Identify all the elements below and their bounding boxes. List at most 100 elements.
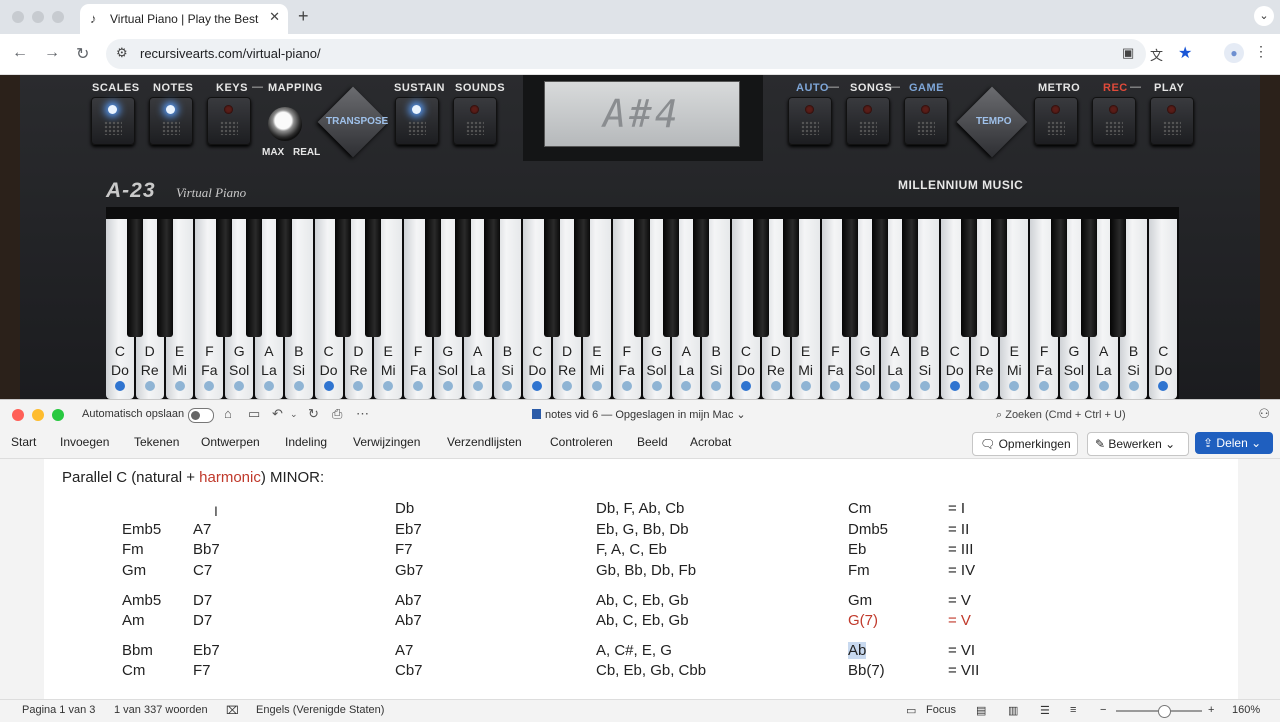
undo-icon[interactable]: ↶ xyxy=(272,406,283,422)
piano-black-key[interactable] xyxy=(246,219,263,337)
piano-black-key[interactable] xyxy=(991,219,1008,337)
account-icon[interactable]: ⚇ xyxy=(1258,406,1270,422)
piano-black-key[interactable] xyxy=(573,219,590,337)
web-layout-icon[interactable]: ▥ xyxy=(1008,704,1018,717)
word-zoom-button[interactable] xyxy=(52,409,64,421)
more-icon[interactable]: ⋯ xyxy=(356,406,369,422)
window-minimize-button[interactable] xyxy=(32,11,44,23)
window-zoom-button[interactable] xyxy=(52,11,64,23)
piano-black-key[interactable] xyxy=(365,219,382,337)
songs-button[interactable] xyxy=(846,97,890,145)
tab-indeling[interactable]: Indeling xyxy=(285,435,327,449)
zoom-slider-thumb[interactable] xyxy=(1158,705,1171,718)
redo-icon[interactable]: ↻ xyxy=(308,406,319,422)
piano-black-key[interactable] xyxy=(126,219,143,337)
reload-icon[interactable]: ↻ xyxy=(76,44,89,64)
word-close-button[interactable] xyxy=(12,409,24,421)
proofing-icon[interactable]: ⌧ xyxy=(226,704,239,717)
translate-icon[interactable]: 文 xyxy=(1150,45,1163,64)
piano-black-key[interactable] xyxy=(663,219,680,337)
tab-search-chevron-icon[interactable]: ⌄ xyxy=(1254,6,1274,26)
piano-black-key[interactable] xyxy=(1110,219,1127,337)
autosave-toggle[interactable] xyxy=(188,408,214,423)
piano-black-key[interactable] xyxy=(842,219,859,337)
sustain-button[interactable] xyxy=(395,97,439,145)
tab-invoegen[interactable]: Invoegen xyxy=(60,435,109,449)
print-icon[interactable]: ⎙ xyxy=(332,406,342,422)
tab-close-icon[interactable]: ✕ xyxy=(269,9,280,25)
bookmark-star-icon[interactable]: ★ xyxy=(1178,43,1192,63)
menu-icon[interactable]: ⋮ xyxy=(1254,43,1268,60)
tab-controleren[interactable]: Controleren xyxy=(550,435,613,449)
comments-button[interactable]: 🗨 Opmerkingen xyxy=(972,432,1078,456)
outline-icon[interactable]: ☰ xyxy=(1040,704,1050,717)
forward-icon[interactable]: → xyxy=(44,44,60,62)
sounds-button[interactable] xyxy=(453,97,497,145)
auto-button[interactable] xyxy=(788,97,832,145)
zoom-level[interactable]: 160% xyxy=(1232,704,1260,716)
word-minimize-button[interactable] xyxy=(32,409,44,421)
print-layout-icon[interactable]: ▤ xyxy=(976,704,986,717)
scales-button[interactable] xyxy=(91,97,135,145)
tab-acrobat[interactable]: Acrobat xyxy=(690,435,731,449)
language[interactable]: Engels (Verenigde Staten) xyxy=(256,704,384,716)
tab-verzendlijsten[interactable]: Verzendlijsten xyxy=(447,435,522,449)
piano-black-key[interactable] xyxy=(1050,219,1067,337)
document-title[interactable]: notes vid 6 — Opgeslagen in mijn Mac ⌄ xyxy=(532,408,746,421)
play-button[interactable] xyxy=(1150,97,1194,145)
piano-black-key[interactable] xyxy=(156,219,173,337)
tab-verwijzingen[interactable]: Verwijzingen xyxy=(353,435,420,449)
home-icon[interactable]: ⌂ xyxy=(224,406,232,421)
piano-black-key[interactable] xyxy=(871,219,888,337)
search-input[interactable]: ⌕ Zoeken (Cmd + Ctrl + U) xyxy=(996,405,1236,425)
piano-black-key[interactable] xyxy=(1080,219,1097,337)
chord-cell-col3: Ab7 xyxy=(395,612,422,629)
piano-black-key[interactable] xyxy=(961,219,978,337)
word-count[interactable]: 1 van 337 woorden xyxy=(114,704,208,716)
browser-tab[interactable]: ♪ Virtual Piano | Play the Best M ✕ xyxy=(80,4,288,34)
piano-black-key[interactable] xyxy=(454,219,471,337)
metro-button[interactable] xyxy=(1034,97,1078,145)
tab-ontwerpen[interactable]: Ontwerpen xyxy=(201,435,260,449)
rec-button[interactable] xyxy=(1092,97,1136,145)
keys-button[interactable] xyxy=(207,97,251,145)
piano-black-key[interactable] xyxy=(424,219,441,337)
document-page[interactable]: Parallel C (natural + harmonic) MINOR: I… xyxy=(44,459,1238,699)
align-icon[interactable]: ≡ xyxy=(1070,704,1076,716)
back-icon[interactable]: ← xyxy=(12,44,28,62)
save-icon[interactable]: ▭ xyxy=(248,406,260,422)
tab-beeld[interactable]: Beeld xyxy=(637,435,668,449)
zoom-out-icon[interactable]: − xyxy=(1100,704,1106,716)
edit-button[interactable]: ✎ Bewerken ⌄ xyxy=(1087,432,1189,456)
piano-black-key[interactable] xyxy=(216,219,233,337)
mapping-knob[interactable] xyxy=(268,107,302,141)
focus-label[interactable]: Focus xyxy=(926,704,956,716)
piano-black-key[interactable] xyxy=(693,219,710,337)
piano-black-key[interactable] xyxy=(484,219,501,337)
tab-tekenen[interactable]: Tekenen xyxy=(134,435,179,449)
piano-black-key[interactable] xyxy=(901,219,918,337)
window-close-button[interactable] xyxy=(12,11,24,23)
new-tab-icon[interactable]: + xyxy=(298,6,309,27)
url-text[interactable]: recursivearts.com/virtual-piano/ xyxy=(140,46,321,61)
document-canvas[interactable]: Parallel C (natural + harmonic) MINOR: I… xyxy=(0,459,1280,699)
piano-black-key[interactable] xyxy=(633,219,650,337)
page-count[interactable]: Pagina 1 van 3 xyxy=(22,704,95,716)
share-button[interactable]: ⇪ Delen ⌄ xyxy=(1195,432,1273,454)
piano-black-key[interactable] xyxy=(782,219,799,337)
zoom-in-icon[interactable]: + xyxy=(1208,704,1214,716)
piano-black-key[interactable] xyxy=(752,219,769,337)
address-bar[interactable]: ⚙ recursivearts.com/virtual-piano/ ▣ 文 ★ xyxy=(106,39,1192,69)
focus-icon[interactable]: ▭ xyxy=(906,704,916,717)
site-settings-icon[interactable]: ⚙ xyxy=(116,45,128,61)
tab-start[interactable]: Start xyxy=(11,435,36,449)
undo-dropdown-icon[interactable]: ⌄ xyxy=(290,409,298,420)
notes-button[interactable] xyxy=(149,97,193,145)
piano-black-key[interactable] xyxy=(275,219,292,337)
piano-black-key[interactable] xyxy=(335,219,352,337)
piano-key-c[interactable]: C Do xyxy=(1149,219,1178,399)
blocked-content-icon[interactable]: ▣ xyxy=(1122,45,1134,61)
profile-icon[interactable]: ● xyxy=(1224,43,1244,63)
piano-black-key[interactable] xyxy=(544,219,561,337)
game-button[interactable] xyxy=(904,97,948,145)
